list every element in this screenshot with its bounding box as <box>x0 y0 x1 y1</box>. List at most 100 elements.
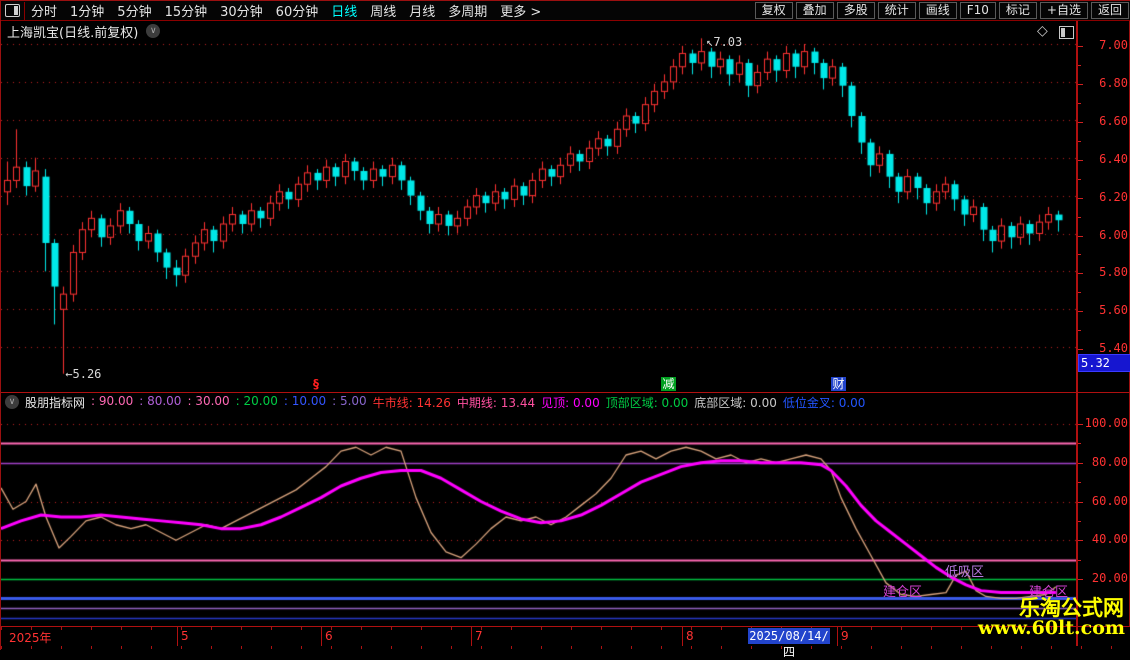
date-axis: 2025年 5 6 7 8 9 <box>1 627 1130 646</box>
menu-item-8[interactable]: 月线 <box>409 1 435 20</box>
indicator-value-2: : 80.00 <box>139 394 181 411</box>
period-menu: 分时 1分钟 5分钟 15分钟 30分钟 60分钟日线周线月线多周期更多 > <box>31 1 541 20</box>
axis-tick-mark <box>1078 463 1083 464</box>
main-chart[interactable] <box>1 29 1076 392</box>
indicator-value-6: : 5.00 <box>332 394 367 411</box>
menu-item-4[interactable]: 30分钟 <box>220 1 263 20</box>
indicator-panel-header: ∨ 股朋指标网: 90.00: 80.00: 30.00: 20.00: 10.… <box>1 393 1076 411</box>
toolbar-button-0[interactable]: 复权 <box>755 2 793 19</box>
axis-minor-tick <box>1078 521 1081 522</box>
indicator-value-10: 顶部区域: 0.00 <box>606 394 689 411</box>
axis-tick-mark <box>1078 349 1083 350</box>
axis-tick-mark <box>1078 198 1083 199</box>
watermark-site-url: www.60lt.com <box>978 617 1125 639</box>
toolbar-button-7[interactable]: +自选 <box>1040 2 1088 19</box>
price-annotation-0: ↖7.03 <box>706 35 742 49</box>
indicator-value-12: 低位金叉: 0.00 <box>783 394 866 411</box>
axis-tick-label: 5.80 <box>1099 265 1128 279</box>
month-separator <box>177 627 178 646</box>
axis-minor-tick <box>1078 482 1081 483</box>
app-menu-icon[interactable] <box>5 4 20 17</box>
toolbar-button-6[interactable]: 标记 <box>999 2 1037 19</box>
event-marker-0: § <box>313 377 319 391</box>
axis-tick-label: 60.00 <box>1092 494 1128 508</box>
axis-tick-mark <box>1078 46 1083 47</box>
axis-minor-tick <box>1078 560 1081 561</box>
toolbar-button-2[interactable]: 多股 <box>837 2 875 19</box>
toolbar-button-5[interactable]: F10 <box>960 2 996 19</box>
zone-label-1: 建仓区 <box>883 581 922 600</box>
price-axis: 7.006.806.606.406.206.005.805.605.40 <box>1078 31 1130 392</box>
axis-tick-label: 6.20 <box>1099 190 1128 204</box>
axis-minor-tick <box>1078 330 1081 331</box>
axis-tick-label: 80.00 <box>1092 455 1128 469</box>
axis-tick-mark <box>1078 502 1083 503</box>
axis-minor-tick <box>1078 443 1081 444</box>
indicator-value-5: : 10.00 <box>284 394 326 411</box>
cursor-date-tag: 2025/08/14/四 <box>748 628 830 644</box>
menu-item-5[interactable]: 60分钟 <box>276 1 319 20</box>
menu-item-0[interactable]: 分时 <box>31 1 57 20</box>
menu-item-10[interactable]: 更多 > <box>500 1 541 20</box>
indicator-values: 股朋指标网: 90.00: 80.00: 30.00: 20.00: 10.00… <box>25 394 865 411</box>
indicator-value-9: 见顶: 0.00 <box>541 394 600 411</box>
axis-minor-tick <box>1078 103 1081 104</box>
month-separator <box>682 627 683 646</box>
axis-tick-mark <box>1078 311 1083 312</box>
menu-item-6[interactable]: 日线 <box>331 1 357 20</box>
axis-minor-tick <box>1078 65 1081 66</box>
axis-tick-mark <box>1078 122 1083 123</box>
menu-divider <box>24 2 25 20</box>
toolbar-button-3[interactable]: 统计 <box>878 2 916 19</box>
axis-tick-label: 6.80 <box>1099 76 1128 90</box>
month-separator <box>837 627 838 646</box>
axis-tick-label: 20.00 <box>1092 571 1128 585</box>
indicator-collapse-icon[interactable]: ∨ <box>5 395 19 409</box>
date-label-2: 6 <box>325 629 333 643</box>
indicator-value-11: 底部区域: 0.00 <box>694 394 777 411</box>
axis-tick-label: 100.00 <box>1085 416 1128 430</box>
indicator-value-8: 中期线: 13.44 <box>457 394 535 411</box>
menu-item-7[interactable]: 周线 <box>370 1 396 20</box>
axis-tick-label: 6.60 <box>1099 114 1128 128</box>
axis-tick-mark <box>1078 236 1083 237</box>
toolbar-button-8[interactable]: 返回 <box>1091 2 1129 19</box>
axis-tick-label: 40.00 <box>1092 532 1128 546</box>
date-label-5: 9 <box>841 629 849 643</box>
indicator-value-7: 牛市线: 14.26 <box>373 394 451 411</box>
event-marker-1: 减 <box>661 377 676 391</box>
date-label-1: 5 <box>181 629 189 643</box>
menu-item-9[interactable]: 多周期 <box>448 1 487 20</box>
axis-tick-mark <box>1078 540 1083 541</box>
toolbar-button-4[interactable]: 画线 <box>919 2 957 19</box>
menu-item-3[interactable]: 15分钟 <box>165 1 208 20</box>
axis-tick-label: 6.00 <box>1099 228 1128 242</box>
menu-item-2[interactable]: 5分钟 <box>117 1 151 20</box>
axis-tick-label: 5.60 <box>1099 303 1128 317</box>
axis-minor-tick <box>1078 217 1081 218</box>
axis-tick-label: 6.40 <box>1099 152 1128 166</box>
app-window: 分时 1分钟 5分钟 15分钟 30分钟 60分钟日线周线月线多周期更多 > 复权叠加多股… <box>0 0 1130 650</box>
main-chart-canvas[interactable] <box>1 29 1076 392</box>
current-price-tag: 5.32 <box>1078 354 1130 372</box>
top-menu-bar: 分时 1分钟 5分钟 15分钟 30分钟 60分钟日线周线月线多周期更多 > 复权叠加多股… <box>1 1 1130 21</box>
axis-tick-mark <box>1078 160 1083 161</box>
indicator-value-0: 股朋指标网 <box>25 394 85 411</box>
bottom-tick-strip <box>1 646 1130 651</box>
axis-tick-mark <box>1078 579 1083 580</box>
month-separator <box>321 627 322 646</box>
axis-minor-tick <box>1078 254 1081 255</box>
price-annotation-1: ←5.26 <box>65 367 101 381</box>
indicator-value-1: : 90.00 <box>91 394 133 411</box>
axis-tick-mark <box>1078 84 1083 85</box>
axis-tick-mark <box>1078 424 1083 425</box>
toolbar-menu: 复权叠加多股统计画线F10标记+自选返回 <box>752 2 1129 19</box>
toolbar-button-1[interactable]: 叠加 <box>796 2 834 19</box>
axis-minor-tick <box>1078 179 1081 180</box>
date-label-4: 8 <box>686 629 694 643</box>
indicator-value-4: : 20.00 <box>236 394 278 411</box>
axis-tick-label: 7.00 <box>1099 38 1128 52</box>
menu-item-1[interactable]: 1分钟 <box>70 1 104 20</box>
date-label-3: 7 <box>475 629 483 643</box>
date-label-0: 2025年 <box>9 629 52 646</box>
